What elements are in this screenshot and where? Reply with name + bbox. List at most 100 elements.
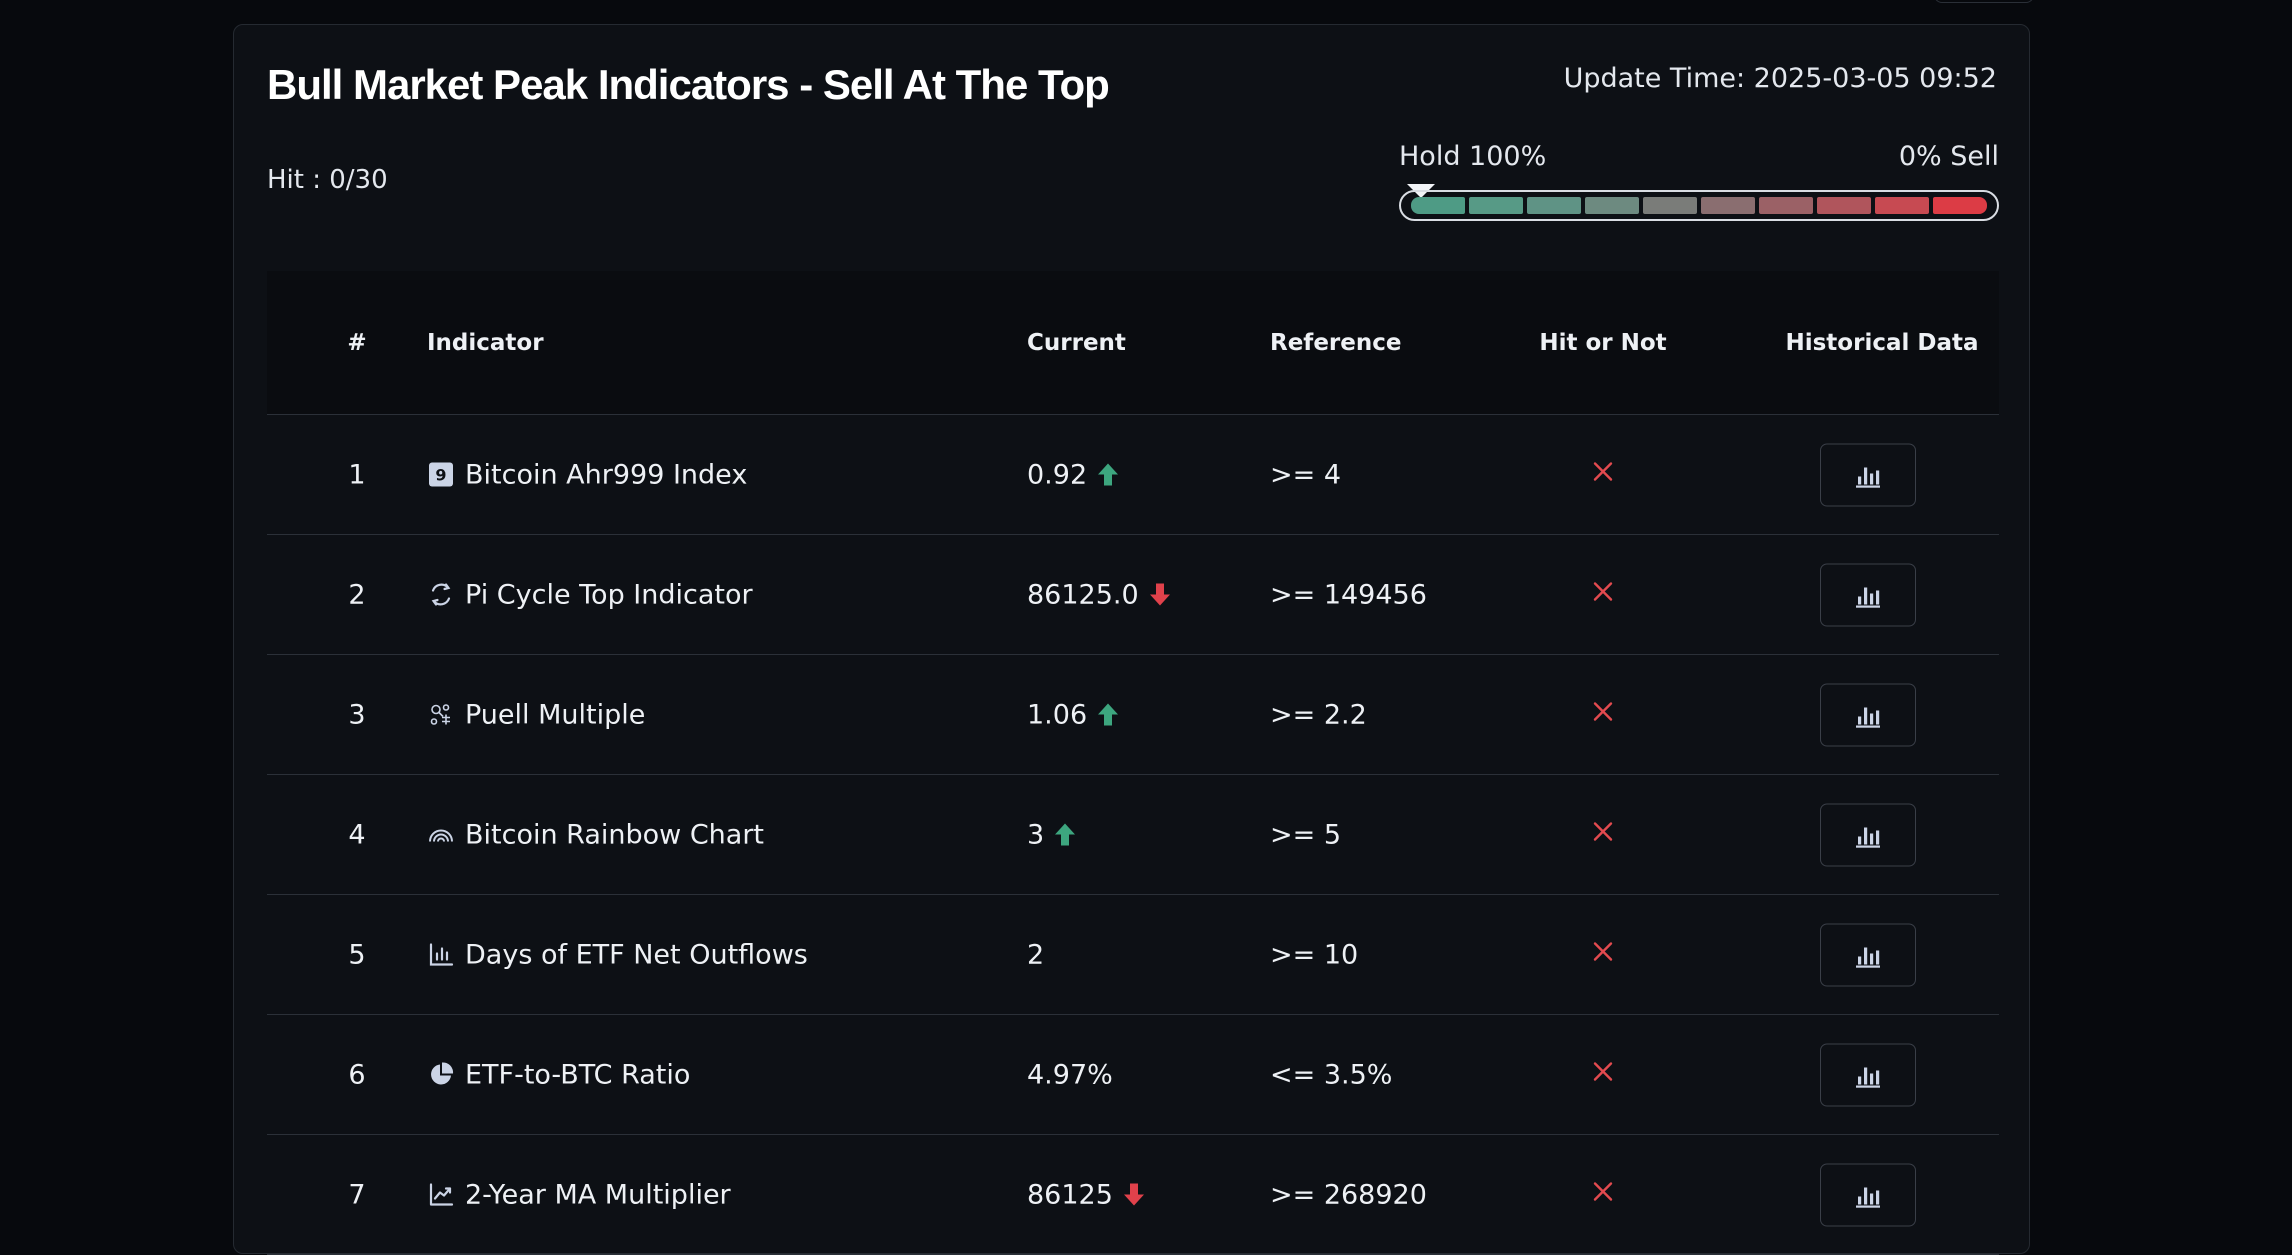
x-mark-icon: [1591, 819, 1615, 843]
indicator-name: 2-Year MA Multiplier: [465, 1179, 731, 1210]
current-cell: 3: [1027, 819, 1076, 850]
historical-data-button[interactable]: [1820, 683, 1916, 746]
gauge-segment: [1875, 197, 1929, 214]
indicator-cell: Pi Cycle Top Indicator: [427, 579, 753, 610]
table-row: 2 Pi Cycle Top Indicator 86125.0 >= 1494…: [267, 535, 1999, 655]
table-row: 3 Puell Multiple 1.06 >= 2.2: [267, 655, 1999, 775]
rainbow-icon: [427, 821, 455, 849]
current-value: 86125.0: [1027, 579, 1139, 610]
current-cell: 86125.0: [1027, 579, 1171, 610]
hit-status: [1533, 459, 1673, 490]
indicator-name: Bitcoin Rainbow Chart: [465, 819, 765, 850]
x-mark-icon: [1591, 579, 1615, 603]
row-number: 2: [348, 579, 366, 610]
gauge-segment: [1469, 197, 1523, 214]
historical-data-button[interactable]: [1820, 803, 1916, 866]
indicator-name: Bitcoin Ahr999 Index: [465, 459, 748, 490]
gauge-segment: [1643, 197, 1697, 214]
current-value: 86125: [1027, 1179, 1113, 1210]
current-cell: 4.97%: [1027, 1059, 1113, 1090]
bar-chart-icon: [1854, 581, 1882, 609]
bar-chart-icon: [1854, 821, 1882, 849]
table-row: 5 Days of ETF Net Outflows 2 >= 10: [267, 895, 1999, 1015]
reference-value: >= 149456: [1270, 579, 1427, 610]
current-value: 1.06: [1027, 699, 1088, 730]
indicator-cell: ETF-to-BTC Ratio: [427, 1059, 690, 1090]
trend-line-icon: [427, 1181, 455, 1209]
x-mark-icon: [1591, 459, 1615, 483]
indicator-name: Pi Cycle Top Indicator: [465, 579, 753, 610]
x-mark-icon: [1591, 1059, 1615, 1083]
top-nav-button-edge[interactable]: [1934, 0, 2034, 3]
bar-chart-icon: [427, 941, 455, 969]
arrow-down-icon: [1149, 582, 1171, 608]
hit-status: [1533, 1059, 1673, 1090]
update-time: Update Time: 2025-03-05 09:52: [1563, 63, 1997, 94]
bar-chart-icon: [1854, 941, 1882, 969]
header-indicator: Indicator: [427, 329, 544, 356]
gauge-segment: [1933, 197, 1987, 214]
gauge-segment: [1411, 197, 1465, 214]
hold-sell-gauge: [1399, 190, 1999, 221]
historical-data-button[interactable]: [1820, 563, 1916, 626]
historical-data-button[interactable]: [1820, 1163, 1916, 1226]
arrow-down-icon: [1123, 1182, 1145, 1208]
gauge-segment: [1585, 197, 1639, 214]
indicators-table: # Indicator Current Reference Hit or Not…: [267, 271, 1999, 1255]
reference-value: <= 3.5%: [1270, 1059, 1393, 1090]
bar-chart-icon: [1854, 461, 1882, 489]
header-historical: Historical Data: [1785, 329, 1979, 356]
svg-text:9: 9: [435, 466, 446, 485]
reference-value: >= 5: [1270, 819, 1342, 850]
bar-chart-icon: [1854, 1181, 1882, 1209]
row-number: 3: [348, 699, 366, 730]
header-current: Current: [1027, 329, 1126, 356]
current-value: 0.92: [1027, 459, 1088, 490]
table-body: 1 9 Bitcoin Ahr999 Index 0.92 >= 4 2 Pi …: [267, 415, 1999, 1255]
ahr999-icon: 9: [427, 461, 455, 489]
historical-data-button[interactable]: [1820, 443, 1916, 506]
gauge-segment: [1759, 197, 1813, 214]
reference-value: >= 4: [1270, 459, 1342, 490]
arrow-up-icon: [1054, 822, 1076, 848]
current-cell: 1.06: [1027, 699, 1119, 730]
pi-cycle-icon: [427, 581, 455, 609]
row-number: 6: [348, 1059, 366, 1090]
gauge-sell-label: 0% Sell: [1898, 141, 1999, 172]
gauge-hold-label: Hold 100%: [1399, 141, 1547, 172]
current-value: 2: [1027, 939, 1045, 970]
indicator-cell: Bitcoin Rainbow Chart: [427, 819, 764, 850]
row-number: 7: [348, 1179, 366, 1210]
row-number: 5: [348, 939, 366, 970]
table-row: 7 2-Year MA Multiplier 86125 >= 268920: [267, 1135, 1999, 1255]
current-cell: 0.92: [1027, 459, 1119, 490]
reference-value: >= 2.2: [1270, 699, 1367, 730]
current-cell: 86125: [1027, 1179, 1145, 1210]
bar-chart-icon: [1854, 701, 1882, 729]
x-mark-icon: [1591, 1179, 1615, 1203]
indicator-cell: 9 Bitcoin Ahr999 Index: [427, 459, 747, 490]
gauge-segment: [1701, 197, 1755, 214]
indicator-cell: 2-Year MA Multiplier: [427, 1179, 731, 1210]
x-mark-icon: [1591, 939, 1615, 963]
row-number: 1: [348, 459, 366, 490]
historical-data-button[interactable]: [1820, 923, 1916, 986]
indicator-name: Puell Multiple: [465, 699, 646, 730]
reference-value: >= 268920: [1270, 1179, 1427, 1210]
pie-chart-icon: [427, 1061, 455, 1089]
puell-icon: [427, 701, 455, 729]
header-reference: Reference: [1270, 329, 1402, 356]
header-hit: Hit or Not: [1539, 329, 1667, 356]
table-row: 4 Bitcoin Rainbow Chart 3 >= 5: [267, 775, 1999, 895]
hit-status: [1533, 699, 1673, 730]
indicator-cell: Days of ETF Net Outflows: [427, 939, 808, 970]
indicators-panel: Bull Market Peak Indicators - Sell At Th…: [233, 24, 2030, 1255]
current-cell: 2: [1027, 939, 1044, 970]
hit-status: [1533, 939, 1673, 970]
x-mark-icon: [1591, 699, 1615, 723]
header-num: #: [347, 329, 367, 356]
historical-data-button[interactable]: [1820, 1043, 1916, 1106]
indicator-name: ETF-to-BTC Ratio: [465, 1059, 691, 1090]
hit-status: [1533, 819, 1673, 850]
table-row: 6 ETF-to-BTC Ratio 4.97% <= 3.5%: [267, 1015, 1999, 1135]
